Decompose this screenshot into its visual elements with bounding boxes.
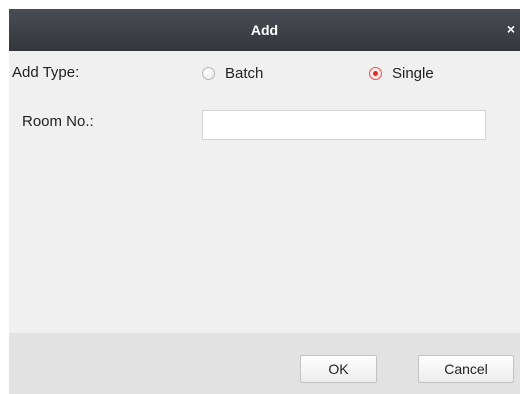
dialog-title: Add [250, 22, 279, 38]
dialog-body: Add Type: Batch Single Room No.: [9, 51, 520, 333]
close-icon[interactable]: × [505, 21, 517, 37]
dialog-titlebar: Add × [9, 9, 520, 51]
radio-single[interactable]: Single [369, 65, 434, 82]
radio-single-label[interactable]: Single [392, 65, 434, 82]
radio-batch-label[interactable]: Batch [225, 65, 263, 82]
ok-button[interactable]: OK [300, 355, 377, 383]
radio-batch-indicator[interactable] [202, 67, 215, 80]
add-dialog: Add × Add Type: Batch Single Room No.: O… [9, 9, 520, 394]
radio-batch[interactable]: Batch [202, 65, 263, 82]
add-type-label: Add Type: [12, 64, 80, 81]
radio-single-indicator[interactable] [369, 67, 382, 80]
dialog-footer: OK Cancel [9, 333, 520, 394]
room-no-input[interactable] [202, 110, 486, 140]
room-no-label: Room No.: [22, 113, 94, 130]
background-window-fragment [0, 0, 520, 9]
cancel-button[interactable]: Cancel [418, 355, 514, 383]
